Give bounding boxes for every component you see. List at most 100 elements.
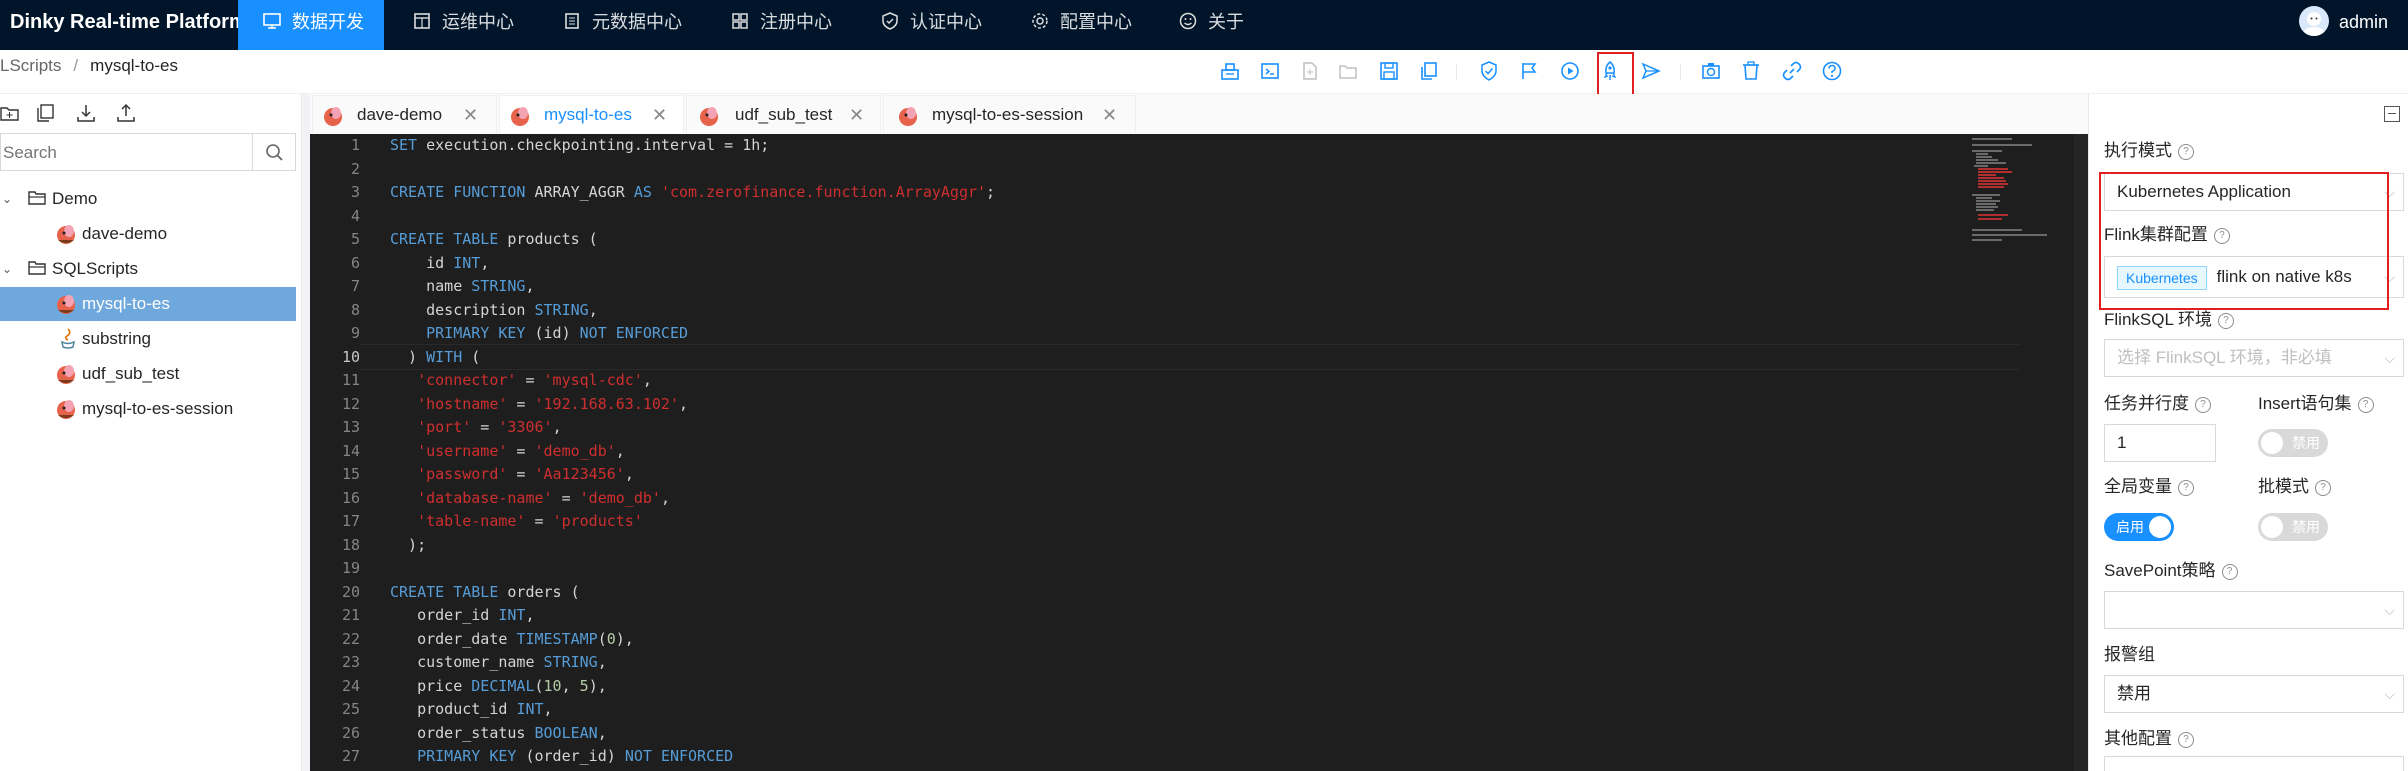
tab-label: dave-demo xyxy=(357,105,443,124)
flink-squirrel-icon xyxy=(511,107,529,126)
close-icon[interactable]: ✕ xyxy=(1102,96,1117,134)
select-value: 禁用 xyxy=(2117,684,2151,703)
new-folder-icon[interactable] xyxy=(0,103,20,123)
tree-folder-demo[interactable]: ⌄ Demo xyxy=(0,182,296,216)
editor-scrollbar[interactable] xyxy=(2074,134,2088,771)
flag-icon[interactable] xyxy=(1518,60,1540,82)
sql-code-editor[interactable]: 1 2 3 4 5 6 7 8 9 10 11 12 13 14 15 16 17 18 19 20 21 22 23 24 2… xyxy=(310,134,2088,771)
nav-item-metadata-center[interactable]: 元数据中心 xyxy=(562,0,682,50)
code-minimap[interactable] xyxy=(1962,134,2072,771)
batch-mode-switch[interactable]: 禁用 xyxy=(2258,513,2328,541)
question-icon[interactable]: ? xyxy=(2357,396,2374,413)
tab-dave-demo[interactable]: dave-demo ✕ xyxy=(312,95,497,133)
new-file-icon[interactable] xyxy=(36,103,56,123)
select-placeholder: 选择 FlinkSQL 环境，非必填 xyxy=(2117,348,2332,367)
code-line: 'connector' = 'mysql-cdc', xyxy=(417,371,652,389)
other-config-field[interactable] xyxy=(2104,756,2404,771)
chevron-down-icon[interactable]: ⌄ xyxy=(2,252,12,286)
brand-title[interactable]: Dinky Real-time Platform xyxy=(10,0,247,50)
question-icon[interactable]: ? xyxy=(2178,143,2194,160)
tree-label: mysql-to-es xyxy=(82,294,170,313)
cluster-icon[interactable] xyxy=(1219,60,1241,82)
question-icon[interactable]: ? xyxy=(2178,479,2194,496)
code-line: CREATE TABLE orders ( xyxy=(390,582,580,601)
search-input[interactable] xyxy=(1,134,259,172)
code-line: 'hostname' = '192.168.63.102', xyxy=(417,394,689,413)
line-number: 12 xyxy=(341,394,360,413)
nav-item-data-dev[interactable]: 数据开发 xyxy=(238,0,384,50)
smile-icon xyxy=(1179,13,1197,30)
tree-item-udf-sub-test[interactable]: udf_sub_test xyxy=(0,357,296,391)
nav-label: 配置中心 xyxy=(1060,12,1132,32)
toolbar-divider xyxy=(1680,64,1681,80)
deploy-highlight-box xyxy=(1597,52,1634,100)
shield-icon xyxy=(882,12,898,31)
avatar xyxy=(2298,6,2329,37)
line-number-gutter: 1 2 3 4 5 6 7 8 9 10 11 12 13 14 15 16 17 18 19 20 21 22 23 24 2… xyxy=(310,134,360,771)
delete-icon[interactable] xyxy=(1740,60,1762,82)
import-icon[interactable] xyxy=(76,103,96,123)
tree-item-mysql-to-es-session[interactable]: mysql-to-es-session xyxy=(0,392,296,426)
close-icon[interactable]: ✕ xyxy=(849,96,864,134)
question-icon[interactable]: ? xyxy=(2218,312,2235,329)
save-icon[interactable] xyxy=(1378,60,1400,82)
export-icon[interactable] xyxy=(116,103,136,123)
nav-item-auth-center[interactable]: 认证中心 xyxy=(880,0,982,50)
nav-item-registry-center[interactable]: 注册中心 xyxy=(730,0,832,50)
nav-label: 注册中心 xyxy=(760,12,832,32)
close-icon[interactable]: ✕ xyxy=(652,96,667,134)
link-icon[interactable] xyxy=(1781,60,1803,82)
global-variable-switch[interactable]: 启用 xyxy=(2104,513,2174,541)
camera-icon[interactable] xyxy=(1700,60,1722,82)
close-icon[interactable]: ✕ xyxy=(463,96,478,134)
flinksql-env-select[interactable]: 选择 FlinkSQL 环境，非必填 ⌵ xyxy=(2104,339,2404,377)
nav-item-config-center[interactable]: 配置中心 xyxy=(1030,0,1132,50)
java-icon xyxy=(60,328,76,349)
new-file-icon[interactable] xyxy=(1299,60,1321,82)
tree-folder-sqlscripts[interactable]: ⌄ SQLScripts xyxy=(0,252,296,286)
line-number: 1 xyxy=(350,136,360,154)
parallelism-input[interactable]: 1 xyxy=(2104,424,2216,462)
flink-squirrel-icon xyxy=(57,225,75,244)
gear-icon xyxy=(1032,13,1048,29)
tab-mysql-to-es-session[interactable]: mysql-to-es-session ✕ xyxy=(883,95,1136,133)
code-line: description STRING, xyxy=(390,300,598,319)
console-icon[interactable] xyxy=(1259,60,1281,82)
copy-icon[interactable] xyxy=(1418,60,1440,82)
question-icon[interactable]: ? xyxy=(2195,396,2211,413)
play-icon[interactable] xyxy=(1559,60,1581,82)
search-icon[interactable] xyxy=(252,134,295,170)
tab-label: mysql-to-es-session xyxy=(932,105,1084,124)
user-menu[interactable]: admin xyxy=(2298,0,2388,50)
question-icon[interactable]: ? xyxy=(2178,731,2194,748)
nav-item-ops-center[interactable]: 运维中心 xyxy=(412,0,514,50)
question-icon[interactable]: ? xyxy=(2315,479,2331,496)
help-icon[interactable] xyxy=(1821,60,1843,82)
flink-squirrel-icon xyxy=(57,365,75,384)
breadcrumb-parent[interactable]: LScripts xyxy=(0,56,61,75)
breadcrumb-current: mysql-to-es xyxy=(90,56,179,75)
tree-item-substring[interactable]: substring xyxy=(0,322,296,356)
toolbar-divider xyxy=(1456,64,1457,80)
collapse-panel-icon[interactable] xyxy=(2384,106,2400,122)
tree-search xyxy=(0,133,296,172)
tab-udf-sub-test[interactable]: udf_sub_test ✕ xyxy=(686,95,881,133)
savepoint-strategy-select[interactable]: ⌵ xyxy=(2104,591,2404,629)
chevron-down-icon: ⌵ xyxy=(2384,686,2395,702)
batch-mode-label: 批模式? xyxy=(2258,472,2331,497)
alert-group-select[interactable]: 禁用 ⌵ xyxy=(2104,675,2404,713)
line-number: 13 xyxy=(341,418,360,436)
line-number: 25 xyxy=(341,700,360,718)
switch-knob xyxy=(2261,432,2283,454)
send-icon[interactable] xyxy=(1640,60,1662,82)
chevron-down-icon[interactable]: ⌄ xyxy=(2,182,12,216)
line-number: 2 xyxy=(350,159,360,178)
nav-item-about[interactable]: 关于 xyxy=(1178,0,1244,50)
tree-item-mysql-to-es[interactable]: mysql-to-es xyxy=(0,287,296,321)
insert-statement-set-switch[interactable]: 禁用 xyxy=(2258,429,2328,457)
tab-mysql-to-es[interactable]: mysql-to-es ✕ xyxy=(499,95,684,133)
open-folder-icon[interactable] xyxy=(1337,60,1359,82)
question-icon[interactable]: ? xyxy=(2221,563,2238,580)
check-icon[interactable] xyxy=(1478,60,1500,82)
tree-item-dave-demo[interactable]: dave-demo xyxy=(0,217,296,251)
